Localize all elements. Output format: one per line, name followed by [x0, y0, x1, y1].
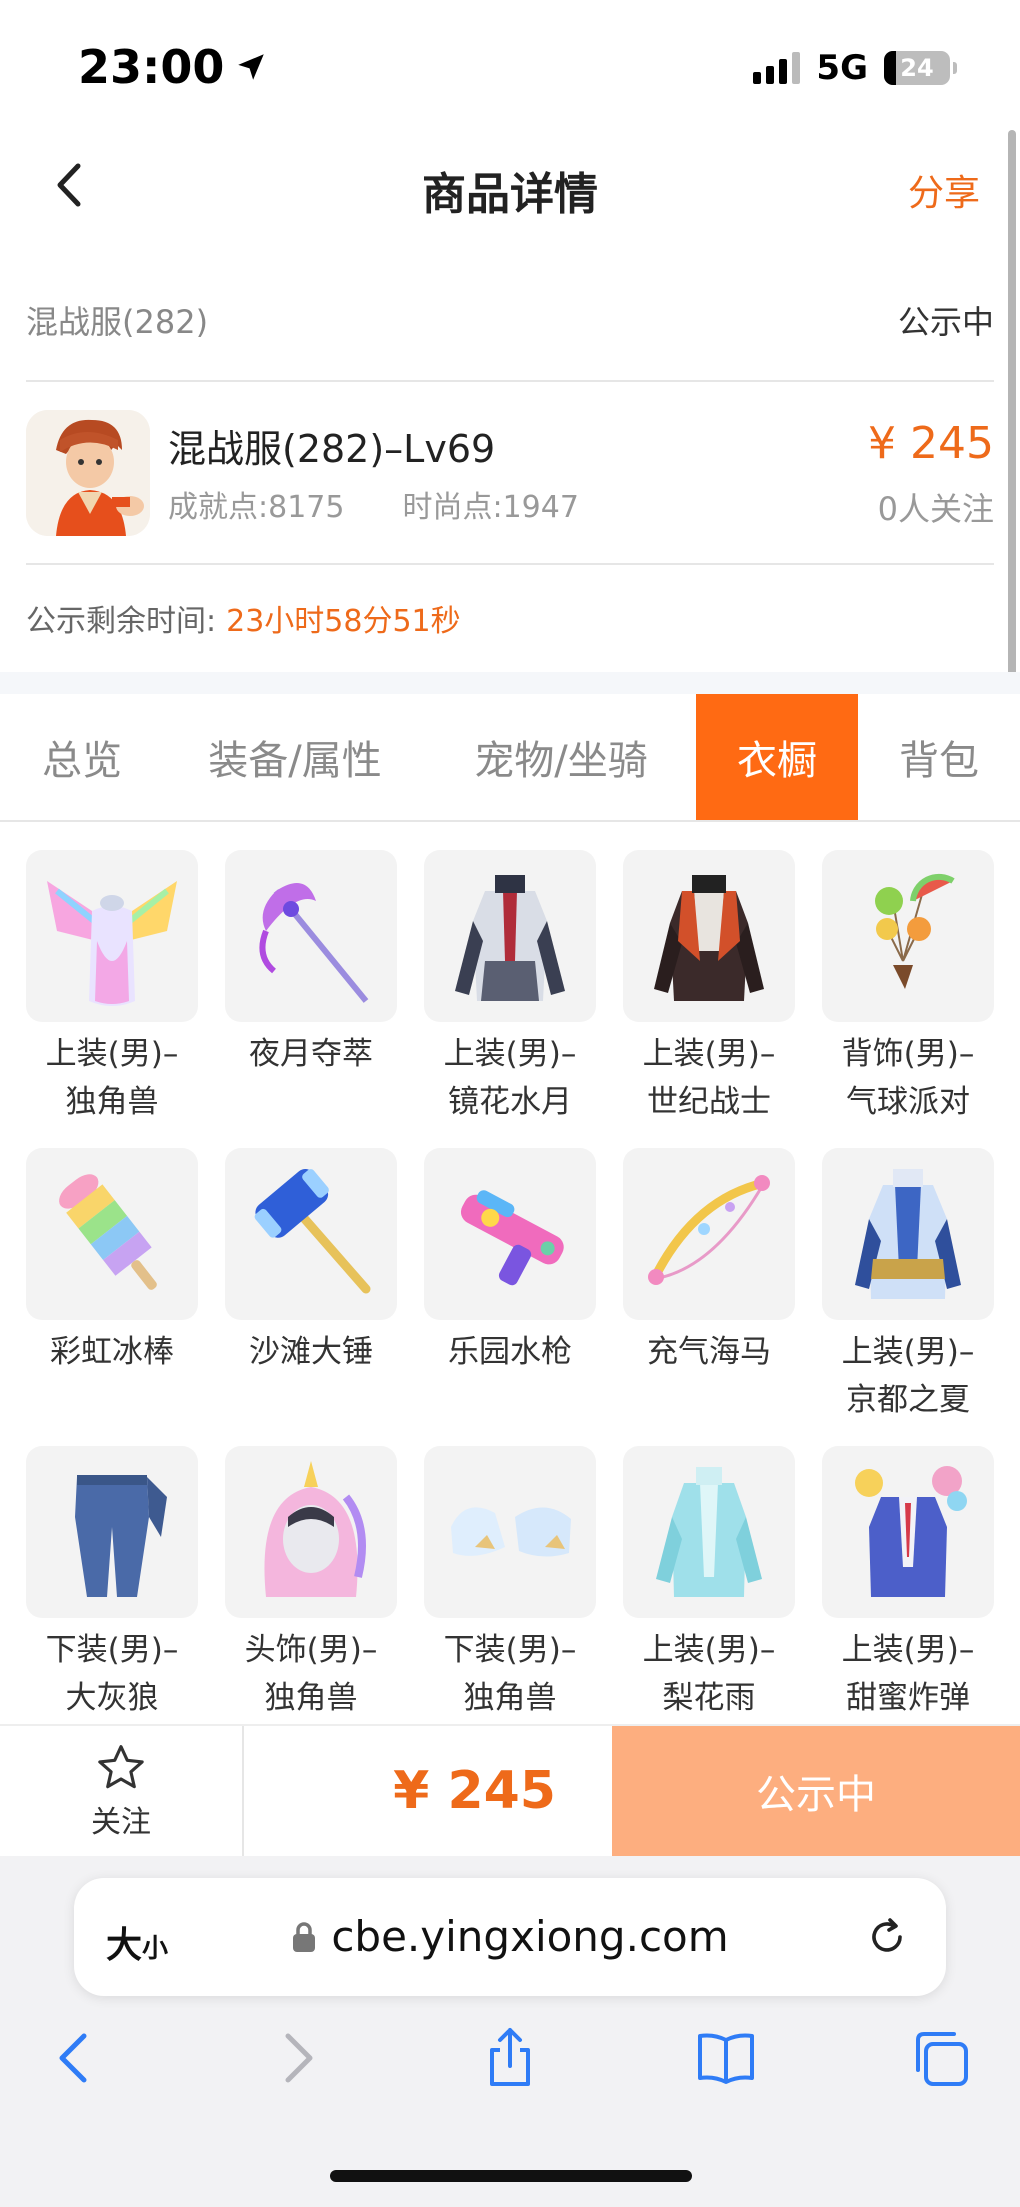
wolf-pants-icon [75, 1475, 167, 1597]
wardrobe-item[interactable]: 上装(男)– 世纪战士 [623, 850, 795, 1126]
browser-chrome: 大小 cbe.yingxiong.com [0, 1856, 1020, 2207]
share-button[interactable]: 分享 [908, 164, 980, 216]
tab-overview[interactable]: 总览 [18, 694, 146, 820]
wardrobe-item[interactable]: 下装(男)– 独角兽 [424, 1446, 596, 1722]
wardrobe-item[interactable]: 上装(男)– 甜蜜炸弹 [822, 1446, 994, 1722]
unicorn-hood-icon [264, 1461, 366, 1597]
remaining-time: 公示剩余时间: 23小时58分51秒 [26, 596, 461, 640]
character-avatar [26, 410, 150, 536]
lock-icon [293, 1921, 316, 1952]
listing-title: 混战服(282)–Lv69 [168, 427, 496, 471]
page-scrollbar[interactable] [1008, 130, 1016, 720]
seahorse-bow-icon [648, 1175, 770, 1285]
share-sheet-icon[interactable] [478, 2026, 542, 2090]
address-bar[interactable]: 大小 cbe.yingxiong.com [74, 1878, 946, 1996]
item-name: 上装(男)– 镜花水月 [443, 1036, 577, 1120]
browser-back-icon[interactable] [44, 2026, 108, 2090]
achievement-points: 成就点:8175 [168, 490, 345, 525]
item-name: 夜月夺萃 [249, 1036, 373, 1072]
item-name: 上装(男)– 梨花雨 [642, 1632, 776, 1716]
item-name: 上装(男)– 京都之夏 [841, 1334, 975, 1418]
listing-status: 公示中 [897, 303, 994, 341]
item-name: 沙滩大锤 [249, 1334, 373, 1370]
cellular-signal-icon [753, 52, 801, 84]
wardrobe-item[interactable]: 头饰(男)– 独角兽 [225, 1446, 397, 1722]
clock: 23:00 [78, 40, 268, 94]
tab-wardrobe[interactable]: 衣橱 [696, 694, 858, 820]
location-arrow-icon [238, 54, 265, 80]
popsicle-icon [59, 1174, 157, 1290]
water-gun-icon [460, 1190, 564, 1286]
item-name: 充气海马 [647, 1334, 771, 1370]
sweet-bomb-top-icon [855, 1466, 967, 1597]
server-name: 混战服(282) [26, 303, 209, 341]
wardrobe-item[interactable]: 上装(男)– 京都之夏 [822, 1148, 994, 1424]
divider [26, 563, 994, 565]
unicorn-shoes-icon [451, 1507, 571, 1557]
reload-icon[interactable] [864, 1914, 910, 1960]
wardrobe-item[interactable]: 上装(男)– 梨花雨 [623, 1446, 795, 1722]
battery-icon: 24 [884, 51, 957, 85]
tab-equipment[interactable]: 装备/属性 [184, 694, 406, 820]
wardrobe-item[interactable]: 上装(男)– 独角兽 [26, 850, 198, 1126]
listing-price: ¥ 245 [868, 418, 994, 469]
armor-top-icon [455, 875, 565, 1001]
nav-header: 商品详情 分享 [0, 130, 1020, 245]
unicorn-top-icon [47, 881, 177, 1006]
item-name: 乐园水枪 [448, 1334, 572, 1370]
wardrobe-item[interactable]: 充气海马 [623, 1148, 795, 1376]
item-name: 下装(男)– 独角兽 [443, 1632, 577, 1716]
bottom-price: ¥ 245 [393, 1761, 556, 1821]
item-name: 彩虹冰棒 [50, 1334, 174, 1370]
status-button[interactable]: 公示中 [612, 1726, 1020, 1856]
bookmarks-icon[interactable] [694, 2026, 758, 2090]
divider [26, 380, 994, 382]
remaining-time-value: 23小时58分51秒 [226, 604, 461, 639]
tab-pets[interactable]: 宠物/坐骑 [450, 694, 672, 820]
follow-label: 关注 [91, 1805, 151, 1840]
wardrobe-item[interactable]: 沙滩大锤 [225, 1148, 397, 1376]
clock-time: 23:00 [78, 40, 225, 94]
item-name: 上装(男)– 世纪战士 [642, 1036, 776, 1120]
browser-forward-icon[interactable] [264, 2026, 328, 2090]
tab-bag[interactable]: 背包 [882, 694, 996, 820]
action-bar: 关注 ¥ 245 公示中 [0, 1724, 1020, 1856]
kyoto-top-icon [855, 1169, 961, 1299]
follow-button[interactable]: 关注 [0, 1726, 244, 1856]
warrior-top-icon [654, 875, 764, 1001]
pear-rain-top-icon [656, 1467, 762, 1597]
item-name: 头饰(男)– 独角兽 [244, 1632, 378, 1716]
balloon-icon [875, 873, 955, 989]
wardrobe-item[interactable]: 夜月夺萃 [225, 850, 397, 1078]
item-name: 上装(男)– 独角兽 [45, 1036, 179, 1120]
scythe-icon [259, 883, 369, 1003]
wardrobe-item[interactable]: 乐园水枪 [424, 1148, 596, 1376]
page-title: 商品详情 [422, 169, 598, 220]
wardrobe-item[interactable]: 上装(男)– 镜花水月 [424, 850, 596, 1126]
section-gap [0, 672, 1020, 694]
home-indicator[interactable] [330, 2170, 692, 2182]
battery-level: 24 [900, 54, 934, 82]
tabs-icon[interactable] [908, 2026, 972, 2090]
wardrobe-item[interactable]: 彩虹冰棒 [26, 1148, 198, 1376]
remaining-time-label: 公示剩余时间: [26, 604, 217, 639]
detail-tabs: 总览 装备/属性 宠物/坐骑 衣橱 背包 [0, 694, 1020, 822]
hammer-icon [254, 1168, 371, 1294]
follower-count: 0人关注 [877, 490, 994, 528]
server-row: 混战服(282) 公示中 [26, 290, 994, 350]
network-type: 5G [816, 48, 868, 88]
wardrobe-item[interactable]: 背饰(男)– 气球派对 [822, 850, 994, 1126]
listing-summary[interactable]: 混战服(282)–Lv69 成就点:8175 时尚点:1947 ¥ 245 0人… [26, 410, 994, 540]
status-bar: 23:00 5G 24 [0, 0, 1020, 130]
fashion-points: 时尚点:1947 [402, 490, 579, 525]
item-name: 上装(男)– 甜蜜炸弹 [841, 1632, 975, 1716]
wardrobe-item[interactable]: 下装(男)– 大灰狼 [26, 1446, 198, 1722]
item-name: 背饰(男)– 气球派对 [841, 1036, 975, 1120]
item-name: 下装(男)– 大灰狼 [45, 1632, 179, 1716]
star-icon [98, 1745, 144, 1789]
url-text: cbe.yingxiong.com [331, 1912, 729, 1961]
